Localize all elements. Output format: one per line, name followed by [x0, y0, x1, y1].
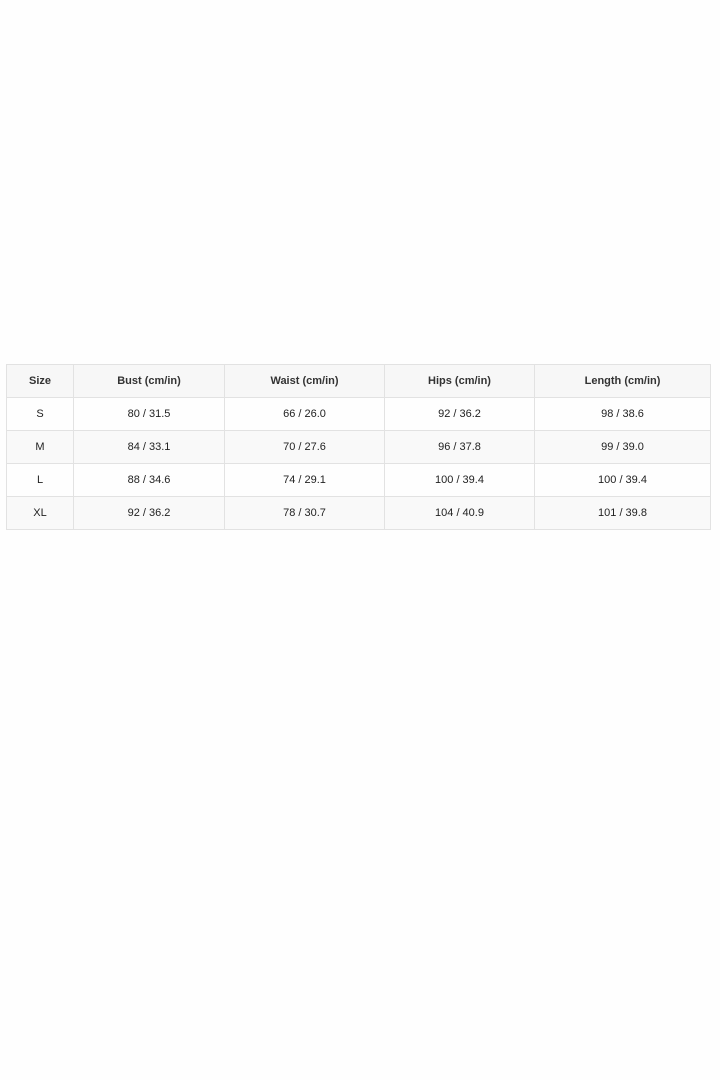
cell-length: 98 / 38.6	[534, 397, 711, 431]
cell-hips: 96 / 37.8	[384, 430, 535, 464]
size-chart-table: Size Bust (cm/in) Waist (cm/in) Hips (cm…	[6, 364, 711, 530]
header-bust: Bust (cm/in)	[73, 364, 225, 398]
cell-waist: 66 / 26.0	[224, 397, 385, 431]
table-row: S 80 / 31.5 66 / 26.0 92 / 36.2 98 / 38.…	[6, 397, 711, 431]
cell-bust: 80 / 31.5	[73, 397, 225, 431]
cell-waist: 70 / 27.6	[224, 430, 385, 464]
cell-hips: 92 / 36.2	[384, 397, 535, 431]
cell-size: S	[6, 397, 74, 431]
header-size: Size	[6, 364, 74, 398]
table-row: M 84 / 33.1 70 / 27.6 96 / 37.8 99 / 39.…	[6, 430, 711, 464]
cell-length: 100 / 39.4	[534, 463, 711, 497]
cell-length: 101 / 39.8	[534, 496, 711, 530]
cell-bust: 84 / 33.1	[73, 430, 225, 464]
cell-hips: 100 / 39.4	[384, 463, 535, 497]
cell-waist: 74 / 29.1	[224, 463, 385, 497]
cell-size: L	[6, 463, 74, 497]
table-row: XL 92 / 36.2 78 / 30.7 104 / 40.9 101 / …	[6, 496, 711, 530]
table-header-row: Size Bust (cm/in) Waist (cm/in) Hips (cm…	[6, 364, 711, 398]
cell-size: M	[6, 430, 74, 464]
cell-length: 99 / 39.0	[534, 430, 711, 464]
cell-size: XL	[6, 496, 74, 530]
cell-bust: 92 / 36.2	[73, 496, 225, 530]
cell-bust: 88 / 34.6	[73, 463, 225, 497]
header-hips: Hips (cm/in)	[384, 364, 535, 398]
header-length: Length (cm/in)	[534, 364, 711, 398]
cell-waist: 78 / 30.7	[224, 496, 385, 530]
cell-hips: 104 / 40.9	[384, 496, 535, 530]
header-waist: Waist (cm/in)	[224, 364, 385, 398]
table-row: L 88 / 34.6 74 / 29.1 100 / 39.4 100 / 3…	[6, 463, 711, 497]
